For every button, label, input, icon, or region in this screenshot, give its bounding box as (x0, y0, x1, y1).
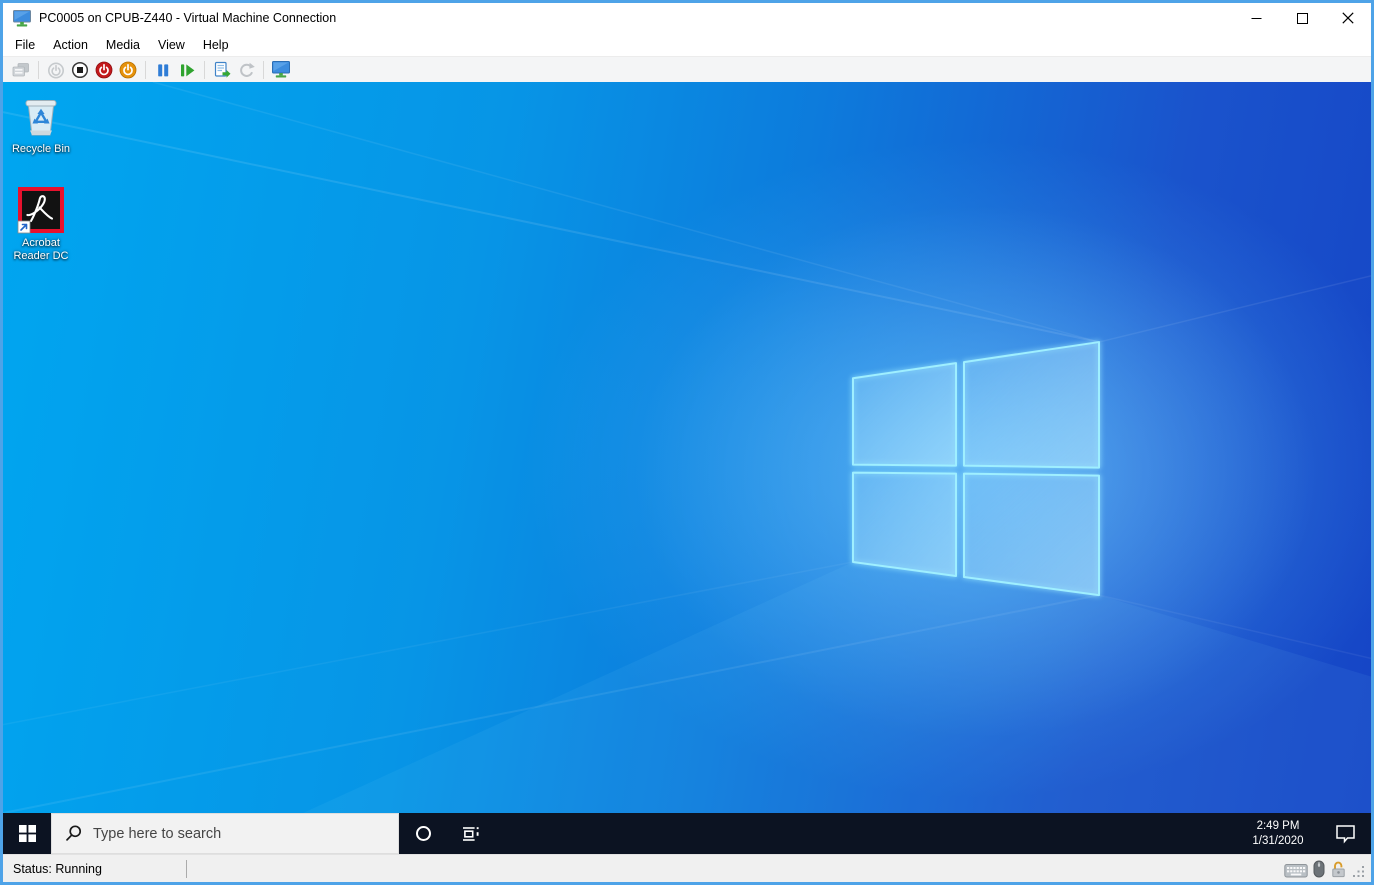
menu-view[interactable]: View (149, 35, 194, 55)
close-button[interactable] (1325, 3, 1371, 33)
search-icon (66, 825, 82, 841)
task-view-button[interactable] (447, 813, 495, 854)
menu-help[interactable]: Help (194, 35, 238, 55)
ctrl-alt-delete-icon (12, 62, 29, 76)
desktop-icon-label: Acrobat Reader DC (13, 237, 69, 262)
start-menu-button[interactable] (3, 813, 51, 854)
close-icon (1342, 12, 1354, 24)
enhanced-session-button[interactable] (269, 58, 293, 81)
toolbar-separator (204, 60, 205, 79)
task-view-icon (463, 826, 479, 841)
reset-icon (181, 63, 195, 76)
save-state-button[interactable] (116, 58, 140, 81)
minimize-icon (1251, 17, 1261, 19)
taskbar-empty-area (495, 813, 1237, 854)
recycle-bin-icon (25, 100, 57, 136)
vm-toolbar (3, 56, 1371, 82)
taskbar-clock[interactable]: 2:49 PM 1/31/2020 (1237, 813, 1319, 854)
action-center-button[interactable] (1319, 813, 1371, 854)
window-title: PC0005 on CPUB-Z440 - Virtual Machine Co… (39, 11, 337, 25)
save-icon (119, 61, 137, 78)
turn-off-button[interactable] (68, 58, 92, 81)
desktop: Recycle Bin Acrobat Reader DC (3, 82, 1371, 813)
start-button[interactable] (44, 58, 68, 81)
menu-file[interactable]: File (6, 35, 44, 55)
clock-date: 1/31/2020 (1252, 834, 1304, 847)
menu-action[interactable]: Action (44, 35, 97, 55)
revert-icon (240, 62, 255, 77)
maximize-button[interactable] (1279, 3, 1325, 33)
title-bar[interactable]: PC0005 on CPUB-Z440 - Virtual Machine Co… (3, 3, 1371, 33)
menu-media[interactable]: Media (97, 35, 149, 55)
vm-connection-window: PC0005 on CPUB-Z440 - Virtual Machine Co… (0, 0, 1374, 885)
reset-button[interactable] (175, 58, 199, 81)
checkpoint-button[interactable] (210, 58, 234, 81)
clock-time: 2:49 PM (1256, 819, 1300, 832)
shut-down-icon (95, 61, 113, 78)
keyboard-indicator-icon (1284, 863, 1308, 877)
windows-start-icon (18, 825, 36, 842)
turn-off-icon (71, 61, 89, 78)
pause-button[interactable] (151, 58, 175, 81)
desktop-icon-recycle-bin[interactable]: Recycle Bin (8, 92, 74, 156)
revert-button[interactable] (234, 58, 258, 81)
search-input[interactable] (93, 825, 373, 842)
cortana-button[interactable] (399, 813, 447, 854)
acrobat-reader-icon (17, 187, 64, 234)
menu-bar: File Action Media View Help (3, 33, 1371, 56)
virtual-machine-icon (13, 10, 31, 27)
mouse-indicator-icon (1313, 860, 1325, 877)
window-controls (1233, 3, 1371, 33)
cortana-icon (415, 826, 431, 841)
toolbar-separator (145, 60, 146, 79)
desktop-icon-label: Recycle Bin (11, 143, 71, 155)
action-center-icon (1335, 825, 1355, 844)
toolbar-separator (38, 60, 39, 79)
enhanced-session-icon (272, 61, 290, 78)
checkpoint-icon (214, 61, 230, 78)
taskbar: 2:49 PM 1/31/2020 (3, 813, 1371, 854)
shut-down-button[interactable] (92, 58, 116, 81)
taskbar-search[interactable] (51, 813, 399, 854)
maximize-icon (1296, 12, 1308, 24)
status-bar: Status: Running (3, 854, 1371, 882)
status-bar-indicators (1284, 860, 1365, 878)
resize-grip[interactable] (1352, 865, 1365, 878)
minimize-button[interactable] (1233, 3, 1279, 33)
desktop-icon-acrobat-reader[interactable]: Acrobat Reader DC (8, 186, 74, 263)
windows-logo-wallpaper (3, 82, 1371, 813)
status-bar-separator (185, 859, 187, 878)
toolbar-separator (263, 60, 264, 79)
ctrl-alt-delete-button[interactable] (9, 58, 33, 81)
shortcut-arrow-icon (17, 220, 31, 234)
vm-status-text: Status: Running (13, 861, 102, 876)
lock-indicator-icon (1332, 861, 1345, 877)
start-icon (48, 62, 64, 78)
pause-icon (158, 63, 169, 76)
